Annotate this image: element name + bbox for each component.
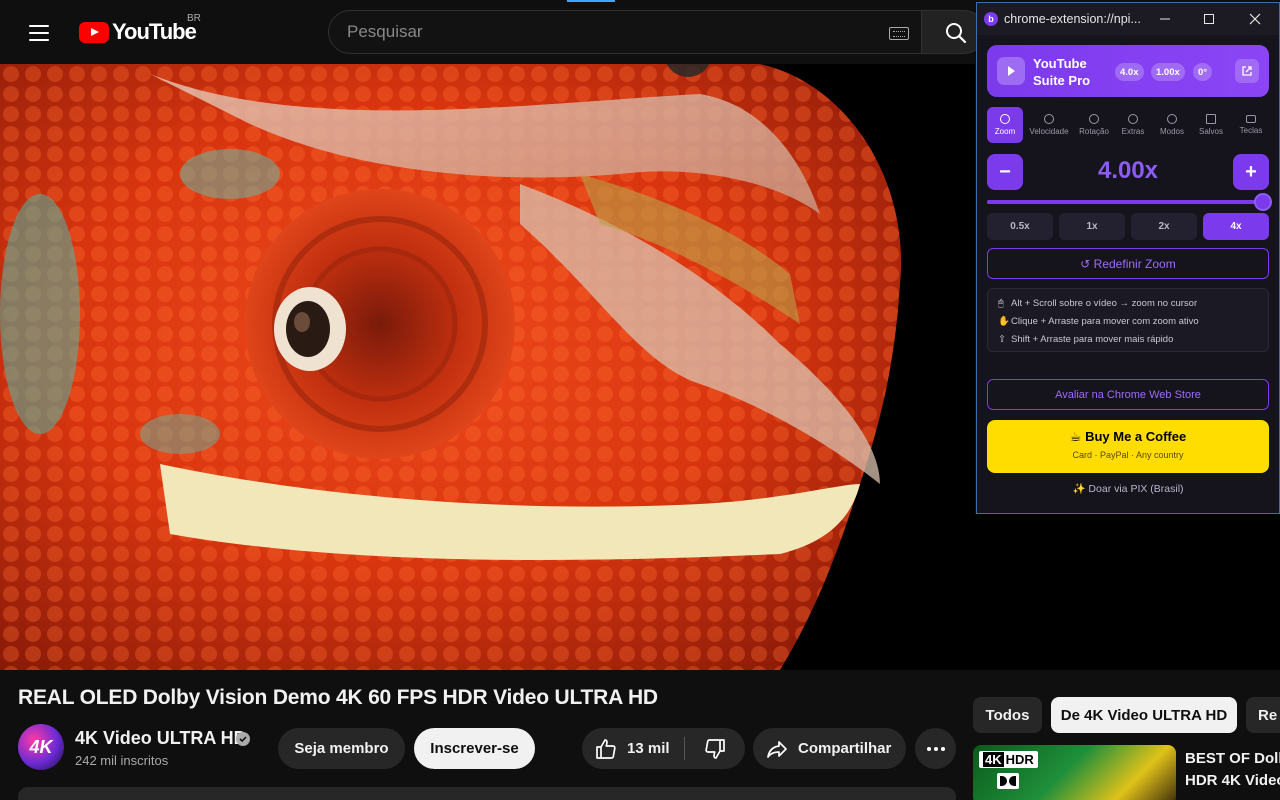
tip-scroll-zoom: 🖱 Alt + Scroll sobre o vídeo → zoom no cu… xyxy=(998,295,1258,313)
preset-1x[interactable]: 1x xyxy=(1059,213,1125,240)
tab-velocidade[interactable]: Velocidade xyxy=(1027,107,1071,143)
coffee-title: ☕ Buy Me a Coffee xyxy=(1069,429,1187,444)
keyboard-icon[interactable] xyxy=(889,27,909,40)
video-player[interactable] xyxy=(0,64,975,670)
window-titlebar[interactable]: b chrome-extension://npi... xyxy=(977,3,1279,35)
zoom-slider[interactable] xyxy=(987,193,1272,211)
join-button[interactable]: Seja membro xyxy=(278,728,405,769)
tab-extras[interactable]: Extras xyxy=(1115,107,1151,143)
gear-icon xyxy=(1128,114,1138,124)
close-window-icon[interactable] xyxy=(1245,9,1265,29)
extension-popup-window: b chrome-extension://npi... YouTube Suit… xyxy=(976,2,1280,514)
thumbs-up-icon xyxy=(596,738,616,759)
bookmark-icon xyxy=(1206,114,1216,124)
dolby-logo-icon xyxy=(997,773,1019,789)
zoom-slider-thumb[interactable] xyxy=(1254,193,1272,211)
rotation-badge: 0° xyxy=(1193,63,1213,81)
youtube-play-icon xyxy=(79,21,109,43)
avatar-text: 4K xyxy=(29,736,53,757)
like-count: 13 mil xyxy=(627,740,670,757)
speed-badge: 1.00x xyxy=(1151,63,1185,81)
shortcut-tips: 🖱 Alt + Scroll sobre o vídeo → zoom no cu… xyxy=(987,288,1269,352)
tab-teclas[interactable]: Teclas xyxy=(1233,107,1269,143)
tab-salvos[interactable]: Salvos xyxy=(1193,107,1229,143)
speedometer-icon xyxy=(1044,114,1054,124)
video-frame-chameleon xyxy=(0,64,975,670)
extension-body: YouTube Suite Pro 4.0x 1.00x 0° Zoom Vel… xyxy=(977,35,1279,513)
mouse-icon: 🖱 xyxy=(998,298,1004,309)
brand-name: YouTube Suite Pro xyxy=(1033,56,1091,88)
maximize-icon[interactable] xyxy=(1199,9,1219,29)
channel-name[interactable]: 4K Video ULTRA HD xyxy=(75,728,247,749)
recommendation-title-line1: BEST OF Dolb xyxy=(1185,750,1280,767)
tip-drag-move: ✋Clique + Arraste para mover com zoom at… xyxy=(998,313,1258,331)
dislike-button[interactable] xyxy=(685,728,745,769)
coffee-payment-methods: Card · PayPal · Any country xyxy=(1072,450,1184,460)
window-url: chrome-extension://npi... xyxy=(1004,12,1141,26)
preset-4x[interactable]: 4x xyxy=(1203,213,1269,240)
share-arrow-icon xyxy=(767,740,787,758)
extension-favicon-icon: b xyxy=(984,12,998,26)
search-box xyxy=(328,10,922,54)
like-button[interactable]: 13 mil xyxy=(582,728,684,769)
hamburger-menu-icon[interactable] xyxy=(22,16,56,50)
channel-avatar[interactable]: 4K xyxy=(18,724,64,770)
region-code: BR xyxy=(187,13,201,24)
brand-header: YouTube Suite Pro 4.0x 1.00x 0° xyxy=(987,45,1269,97)
tab-zoom[interactable]: Zoom xyxy=(987,107,1023,143)
thumbnail-4k-hdr-badge: 4K HDR xyxy=(979,751,1038,768)
chip-all[interactable]: Todos xyxy=(973,697,1042,733)
logo-text: YouTube xyxy=(112,19,197,44)
brand-app-icon xyxy=(997,57,1025,85)
reset-zoom-button[interactable]: ↺ Redefinir Zoom xyxy=(987,248,1269,279)
shift-key-icon: ⇧ xyxy=(998,334,1006,345)
zoom-increase-button[interactable]: + xyxy=(1233,154,1269,190)
like-dislike-group: 13 mil xyxy=(582,728,745,769)
extension-tabs: Zoom Velocidade Rotação Extras Modos Sal… xyxy=(987,107,1269,145)
zoom-slider-fill xyxy=(987,200,1263,204)
zoom-badge: 4.0x xyxy=(1115,63,1144,81)
tab-modos[interactable]: Modos xyxy=(1154,107,1190,143)
chip-channel[interactable]: De 4K Video ULTRA HD xyxy=(1051,697,1237,733)
buy-me-a-coffee-button[interactable]: ☕ Buy Me a Coffee Card · PayPal · Any co… xyxy=(987,420,1269,473)
video-title: REAL OLED Dolby Vision Demo 4K 60 FPS HD… xyxy=(18,686,658,709)
share-button[interactable]: Compartilhar xyxy=(753,728,906,769)
tab-rotacao[interactable]: Rotação xyxy=(1075,107,1113,143)
verified-check-icon xyxy=(236,732,250,746)
search-icon xyxy=(946,23,967,44)
open-external-icon[interactable] xyxy=(1235,59,1259,83)
magnifier-icon xyxy=(1000,114,1010,124)
info-icon xyxy=(1167,114,1177,124)
preset-2x[interactable]: 2x xyxy=(1131,213,1197,240)
player-letterbox xyxy=(975,514,1280,670)
search-input[interactable] xyxy=(347,22,867,42)
zoom-value: 4.00x xyxy=(1097,157,1159,184)
rate-chrome-store-button[interactable]: Avaliar na Chrome Web Store xyxy=(987,379,1269,410)
minimize-icon[interactable] xyxy=(1155,9,1175,29)
description-box[interactable] xyxy=(18,787,956,800)
zoom-decrease-button[interactable]: − xyxy=(987,154,1023,190)
recommendation-title[interactable]: BEST OF Dolb HDR 4K Video xyxy=(1185,748,1280,792)
more-actions-icon[interactable] xyxy=(915,728,956,769)
youtube-logo[interactable]: YouTube BR xyxy=(79,13,201,45)
share-label: Compartilhar xyxy=(798,740,892,757)
hand-icon: ✋ xyxy=(998,316,1010,327)
recommendation-thumbnail[interactable]: 4K HDR xyxy=(973,745,1176,800)
rotate-icon xyxy=(1089,114,1099,124)
subscriber-count: 242 mil inscritos xyxy=(75,753,169,768)
donate-pix-link[interactable]: ✨ Doar via PIX (Brasil) xyxy=(977,482,1279,495)
keyboard-icon xyxy=(1246,115,1256,123)
preset-0-5x[interactable]: 0.5x xyxy=(987,213,1053,240)
loading-indicator xyxy=(567,0,615,2)
subscribe-button[interactable]: Inscrever-se xyxy=(414,728,535,769)
recommendation-title-line2: HDR 4K Video xyxy=(1185,772,1280,789)
chip-related[interactable]: Re xyxy=(1246,697,1280,733)
browser-page: YouTube BR Pesquisar REAL OLED Dolby Vis… xyxy=(0,0,1280,800)
tip-shift-drag: ⇧ Shift + Arraste para mover mais rápido xyxy=(998,331,1258,349)
thumbs-down-icon xyxy=(705,738,725,759)
